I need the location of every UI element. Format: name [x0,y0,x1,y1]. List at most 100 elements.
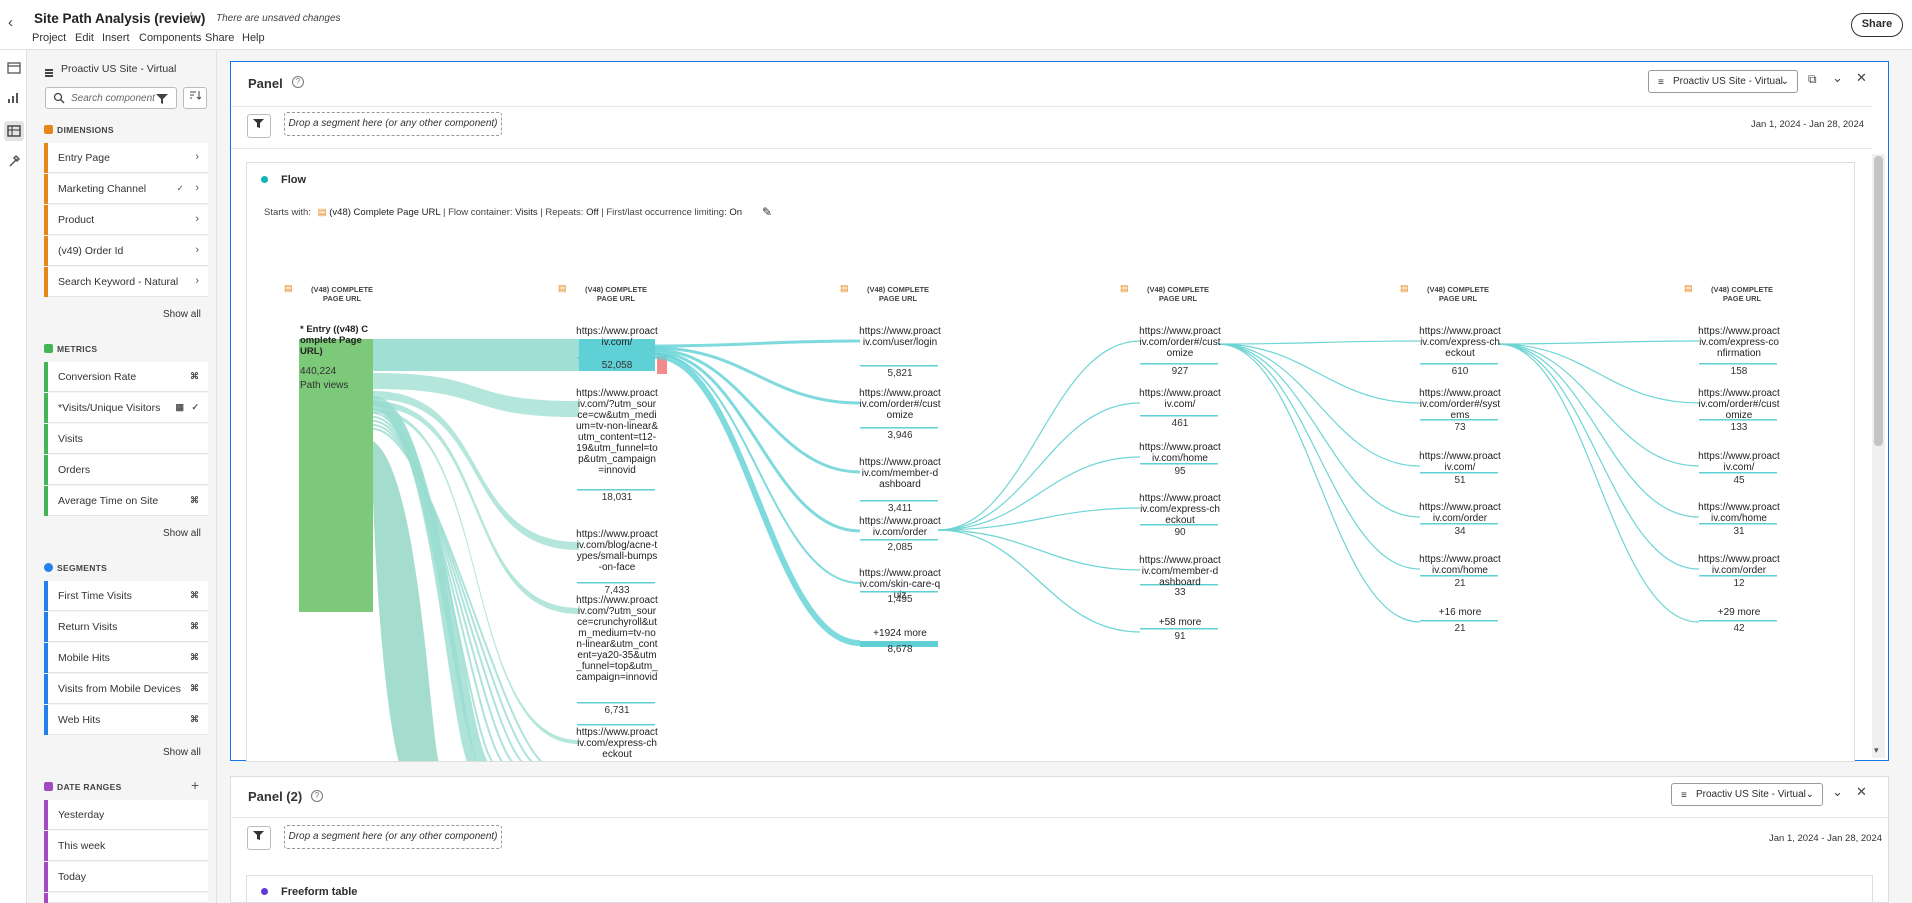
node-label[interactable]: https://www.proactiv.com/order#/customiz… [1139,326,1221,359]
node-value[interactable]: 90 [1139,527,1221,538]
node-value[interactable]: 21 [1419,623,1501,634]
node-value[interactable]: 2,085 [859,542,941,553]
metric-item[interactable]: *Visits/Unique Visitors ▦ ✓ [44,393,208,423]
report-suite-dropdown[interactable]: ≡ Proactiv US Site - Virtual ⌄ [1648,70,1798,93]
visualizations-icon[interactable] [6,92,22,108]
segments-show-all[interactable]: Show all [163,747,201,758]
node-label[interactable]: https://www.proactiv.com/express-checkou… [1139,493,1221,526]
report-suite-name[interactable]: Proactiv US Site - Virtual [61,63,176,75]
segment-item[interactable]: Mobile Hits ⌘ [44,643,208,673]
node-value[interactable]: 12 [1698,578,1780,589]
add-daterange-icon[interactable]: + [191,777,199,793]
edit-icon[interactable]: ✎ [762,205,772,219]
scrollbar-thumb[interactable] [1874,156,1883,446]
node-label[interactable]: +1924 more [859,628,941,639]
segment-drop-zone[interactable]: Drop a segment here (or any other compon… [284,112,502,136]
report-suite-dropdown[interactable]: ≡ Proactiv US Site - Virtual ⌄ [1671,783,1823,806]
node-label[interactable]: https://www.proactiv.com/?utm_source=cw&… [576,388,658,476]
segment-item[interactable]: First Time Visits ⌘ [44,581,208,611]
node-value[interactable]: 927 [1139,366,1221,377]
menu-edit[interactable]: Edit [75,32,94,44]
dimension-item[interactable]: (v49) Order Id › [44,236,208,266]
node-value[interactable]: 45 [1698,475,1780,486]
metric-item[interactable]: Orders [44,455,208,485]
collapse-icon[interactable]: ⌄ [1832,70,1843,86]
filter-icon[interactable] [156,92,168,110]
menu-share[interactable]: Share [205,32,234,44]
node-value[interactable]: 3,411 [859,503,941,514]
panel-date-range[interactable]: Jan 1, 2024 - Jan 28, 2024 [1751,119,1864,130]
menu-help[interactable]: Help [242,32,265,44]
node-value[interactable]: 133 [1698,422,1780,433]
node-value[interactable]: 1,495 [859,594,941,605]
node-value[interactable]: 18,031 [576,492,658,503]
viz-title[interactable]: Freeform table [281,886,357,898]
node-value[interactable]: 34 [1419,526,1501,537]
maximize-icon[interactable]: ⧉ [1808,72,1817,87]
scroll-down-icon[interactable]: ▾ [1874,745,1879,756]
dimension-item[interactable]: Marketing Channel ✓ › [44,174,208,204]
node-label[interactable]: https://www.proactiv.com/express-checkou… [1419,326,1501,359]
search-input[interactable]: Search component [45,87,177,109]
metric-item[interactable]: Visits [44,424,208,454]
panel-title[interactable]: Panel (2) [248,789,302,804]
metric-item[interactable]: Average Time on Site ⌘ [44,486,208,516]
node-label[interactable]: https://www.proactiv.com/member-dashboar… [1139,555,1221,588]
node-label[interactable]: https://www.proactiv.com/order#/systems [1419,388,1501,421]
menu-components[interactable]: Components [139,32,201,44]
node-label[interactable]: https://www.proactiv.com/?utm_source=cru… [576,595,658,683]
node-value[interactable]: 3,946 [859,430,941,441]
dimension-item[interactable]: Entry Page › [44,143,208,173]
dimension-item[interactable]: Search Keyword - Natural › [44,267,208,297]
collapse-icon[interactable]: ⌄ [1832,784,1843,800]
node-entry-unit[interactable]: Path views [300,380,370,391]
daterange-item[interactable]: Yesterday [44,800,208,830]
node-value[interactable]: 610 [1419,366,1501,377]
node-label[interactable]: https://www.proactiv.com/order#/customiz… [1698,388,1780,421]
tools-icon[interactable] [6,154,22,170]
panel-date-range[interactable]: Jan 1, 2024 - Jan 28, 2024 [1769,833,1882,844]
viz-title[interactable]: Flow [281,174,306,186]
node-label[interactable]: https://www.proactiv.com/user/login [859,326,941,348]
daterange-item[interactable]: This week [44,831,208,861]
node-label[interactable]: https://www.proactiv.com/express-checkou… [576,727,658,760]
star-icon[interactable]: ☆ [184,8,198,28]
close-icon[interactable]: ✕ [1856,70,1867,86]
dimensions-show-all[interactable]: Show all [163,309,201,320]
metrics-show-all[interactable]: Show all [163,528,201,539]
segment-filter-icon[interactable] [247,826,271,850]
node-value[interactable]: 33 [1139,587,1221,598]
node-value[interactable]: 21 [1419,578,1501,589]
segment-item[interactable]: Return Visits ⌘ [44,612,208,642]
panels-icon[interactable] [6,62,22,78]
node-value[interactable]: 42 [1698,623,1780,634]
segment-item[interactable]: Web Hits ⌘ [44,705,208,735]
node-label[interactable]: https://www.proactiv.com/order [1419,502,1501,524]
node-value[interactable]: 73 [1419,422,1501,433]
help-icon[interactable]: ? [311,790,323,802]
node-label[interactable]: https://www.proactiv.com/home [1139,442,1221,464]
components-icon[interactable] [4,121,24,141]
node-value[interactable]: 6,731 [576,705,658,716]
node-label[interactable]: https://www.proactiv.com/ [1419,451,1501,473]
node-value[interactable]: 51 [1419,475,1501,486]
node-label[interactable]: +16 more [1419,607,1501,618]
metric-item[interactable]: Conversion Rate ⌘ [44,362,208,392]
node-entry-value[interactable]: 440,224 [300,366,370,377]
dimension-item[interactable]: Product › [44,205,208,235]
node-value[interactable]: 5,821 [859,368,941,379]
segment-drop-zone[interactable]: Drop a segment here (or any other compon… [284,825,502,849]
back-icon[interactable]: ‹ [8,14,24,31]
node-label[interactable]: https://www.proactiv.com/ [576,326,658,348]
project-title[interactable]: Site Path Analysis (review) [34,11,205,26]
node-value[interactable]: 91 [1139,631,1221,642]
node-label[interactable]: https://www.proactiv.com/order [859,516,941,538]
node-entry-label[interactable]: * Entry ((v48) Complete Page URL) [300,324,370,357]
node-value[interactable]: 461 [1139,418,1221,429]
node-label[interactable]: +29 more [1698,607,1780,618]
menu-insert[interactable]: Insert [102,32,130,44]
menu-project[interactable]: Project [32,32,66,44]
node-label[interactable]: https://www.proactiv.com/ [1139,388,1221,410]
node-label[interactable]: +58 more [1139,617,1221,628]
node-value[interactable]: 95 [1139,466,1221,477]
